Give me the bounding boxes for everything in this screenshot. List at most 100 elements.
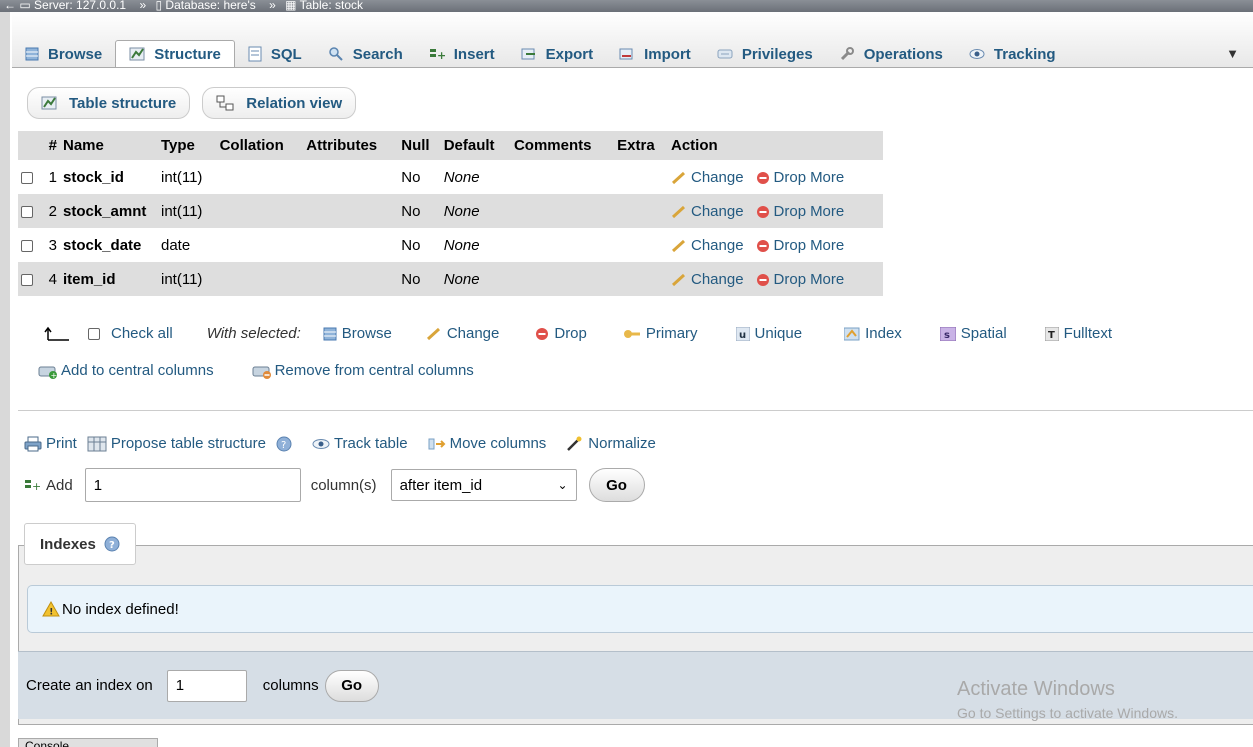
chevron-down-icon: ⌄ <box>557 478 568 492</box>
header-checkbox-col <box>18 131 42 160</box>
svg-text:?: ? <box>109 540 115 551</box>
header-collation: Collation <box>216 131 304 160</box>
change-link[interactable]: Change <box>671 271 744 288</box>
drop-link[interactable]: Drop <box>756 203 806 220</box>
tab-export[interactable]: Export <box>508 42 607 66</box>
track-table-button[interactable]: Track table <box>312 435 408 452</box>
index-icon <box>844 327 860 340</box>
field-comments <box>510 262 615 296</box>
bulk-index-button[interactable]: Index <box>844 325 902 342</box>
table-icon: ▦ <box>285 0 297 12</box>
field-null: No <box>401 236 421 254</box>
tab-privileges[interactable]: Privileges <box>704 42 826 66</box>
back-arrow-icon[interactable]: ← <box>4 0 16 12</box>
check-all[interactable]: Check all <box>88 325 173 342</box>
field-collation <box>217 160 304 194</box>
header-default: Default <box>440 131 511 160</box>
breadcrumb-table[interactable]: ▦ Table: stock <box>285 0 363 12</box>
row-checkbox[interactable] <box>21 239 33 252</box>
tab-search[interactable]: Search <box>315 42 416 66</box>
tab-insert[interactable]: + Insert <box>416 42 508 66</box>
bulk-unique-button[interactable]: u Unique <box>735 325 802 342</box>
bulk-browse-button[interactable]: Browse <box>323 325 392 342</box>
subtab-relation-view[interactable]: Relation view <box>202 87 357 119</box>
bulk-drop-button[interactable]: Drop <box>535 325 587 342</box>
create-index-unit: columns <box>262 677 319 694</box>
row-checkbox[interactable] <box>21 171 33 184</box>
create-index-go-button[interactable]: Go <box>324 669 379 702</box>
move-columns-icon <box>428 438 445 449</box>
drop-icon <box>756 205 769 218</box>
bulk-primary-button[interactable]: Primary <box>623 325 698 342</box>
breadcrumb-database[interactable]: ▯ Database: here's <box>155 0 255 12</box>
normalize-button[interactable]: Normalize <box>566 435 656 452</box>
add-columns-row: + Add 1 column(s) after item_id ⌄ Go <box>24 468 645 502</box>
field-attributes <box>303 262 399 296</box>
more-link[interactable]: More <box>810 203 844 220</box>
tab-sql[interactable]: SQL <box>235 42 315 66</box>
breadcrumb-server[interactable]: ▭ Server: 127.0.0.1 <box>19 0 126 12</box>
svg-text:u: u <box>739 330 746 341</box>
indexes-legend: Indexes ? <box>24 523 136 565</box>
header-action: Action <box>668 131 883 160</box>
structure-subtabs: Table structure Relation view <box>27 87 357 119</box>
central-columns-add-icon: + <box>38 366 57 379</box>
row-number: 3 <box>48 236 57 254</box>
column-position-select[interactable]: after item_id ⌄ <box>390 469 577 501</box>
more-link[interactable]: More <box>810 271 844 288</box>
change-link[interactable]: Change <box>671 203 744 220</box>
check-all-checkbox[interactable] <box>88 327 100 340</box>
add-columns-count-input[interactable]: 1 <box>84 468 301 502</box>
field-comments <box>511 160 614 194</box>
create-index-count-input[interactable]: 1 <box>166 669 247 702</box>
pencil-icon <box>671 273 686 286</box>
tab-tracking[interactable]: Tracking <box>956 42 1069 66</box>
change-link[interactable]: Change <box>671 237 744 254</box>
move-columns-button[interactable]: Move columns <box>428 435 546 452</box>
table-row: 3 stock_date date No None Change Drop More <box>18 228 883 262</box>
remove-central-columns-button[interactable]: Remove from central columns <box>252 362 474 379</box>
tab-operations[interactable]: Operations <box>826 42 956 66</box>
drop-icon <box>756 273 769 286</box>
field-null: No <box>398 262 441 296</box>
help-icon[interactable]: ? <box>276 436 292 452</box>
tab-browse[interactable]: Browse <box>12 42 115 66</box>
add-central-columns-button[interactable]: + Add to central columns <box>38 362 214 379</box>
change-link[interactable]: Change <box>671 169 744 186</box>
row-checkbox[interactable] <box>21 273 33 286</box>
field-comments <box>511 228 614 262</box>
breadcrumb-separator: » <box>269 0 276 12</box>
more-link[interactable]: More <box>810 169 844 186</box>
field-attributes <box>303 194 399 228</box>
more-tabs-dropdown-icon[interactable]: ▼ <box>1226 42 1239 66</box>
warning-icon: ! <box>42 601 60 617</box>
help-icon[interactable]: ? <box>104 536 120 552</box>
drop-link[interactable]: Drop <box>756 237 806 254</box>
main-tabs: Browse Structure SQL Search + Insert Exp… <box>12 12 1253 68</box>
print-button[interactable]: Print <box>24 435 77 452</box>
svg-text:s: s <box>944 330 950 341</box>
svg-text:?: ? <box>281 440 286 451</box>
import-icon <box>619 48 633 60</box>
tab-import[interactable]: Import <box>606 42 704 66</box>
row-checkbox[interactable] <box>21 205 33 218</box>
privileges-icon <box>717 49 733 59</box>
drop-link[interactable]: Drop <box>756 271 806 288</box>
console-tab[interactable]: Console <box>18 738 158 747</box>
eye-icon <box>312 438 330 449</box>
arrow-up-left-icon <box>44 326 69 341</box>
breadcrumb: ← ▭ Server: 127.0.0.1 » ▯ Database: here… <box>0 0 1253 12</box>
drop-link[interactable]: Drop <box>756 169 806 186</box>
bulk-spatial-button[interactable]: s Spatial <box>939 325 1007 342</box>
more-link[interactable]: More <box>810 237 844 254</box>
subtab-table-structure[interactable]: Table structure <box>27 87 191 119</box>
tab-structure[interactable]: Structure <box>115 40 235 67</box>
bulk-fulltext-button[interactable]: T Fulltext <box>1044 325 1112 342</box>
central-columns-remove-icon <box>252 366 271 379</box>
left-panel-edge <box>0 12 10 747</box>
row-number: 4 <box>42 262 60 296</box>
propose-table-structure-button[interactable]: Propose table structure ? <box>87 435 292 452</box>
search-icon <box>328 47 343 61</box>
bulk-change-button[interactable]: Change <box>426 325 499 342</box>
add-columns-go-button[interactable]: Go <box>588 468 645 502</box>
